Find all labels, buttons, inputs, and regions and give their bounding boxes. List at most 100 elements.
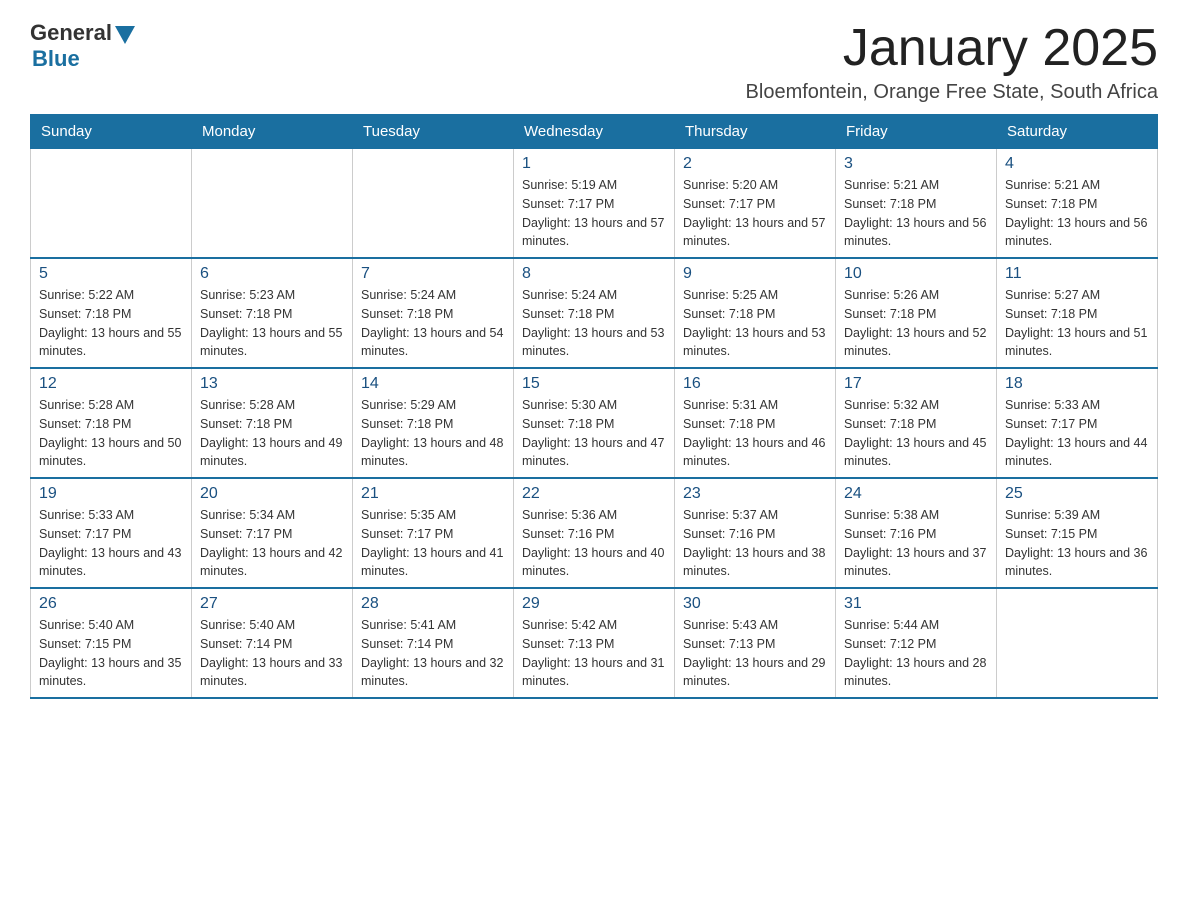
day-info: Sunrise: 5:35 AMSunset: 7:17 PMDaylight:… (361, 506, 505, 581)
day-number: 3 (844, 155, 988, 173)
day-number: 28 (361, 595, 505, 613)
day-number: 7 (361, 265, 505, 283)
day-info: Sunrise: 5:42 AMSunset: 7:13 PMDaylight:… (522, 616, 666, 691)
calendar-cell: 8 Sunrise: 5:24 AMSunset: 7:18 PMDaylight… (514, 258, 675, 368)
calendar-cell: 19Sunrise: 5:33 AMSunset: 7:17 PMDayligh… (31, 478, 192, 588)
day-info: Sunrise: 5:33 AMSunset: 7:17 PMDaylight:… (1005, 396, 1149, 471)
day-number: 25 (1005, 485, 1149, 503)
day-number: 11 (1005, 265, 1149, 283)
calendar-cell: 5 Sunrise: 5:22 AMSunset: 7:18 PMDaylight… (31, 258, 192, 368)
calendar-cell: 16Sunrise: 5:31 AMSunset: 7:18 PMDayligh… (675, 368, 836, 478)
calendar-cell: 31 Sunrise: 5:44 AMSunset: 7:12 PMDayligh… (836, 588, 997, 698)
day-number: 27 (200, 595, 344, 613)
day-info: Sunrise: 5:24 AMSunset: 7:18 PMDaylight:… (522, 286, 666, 361)
day-info: Sunrise: 5:32 AMSunset: 7:18 PMDaylight:… (844, 396, 988, 471)
calendar-week-row: 12 Sunrise: 5:28 AMSunset: 7:18 PMDayligh… (31, 368, 1158, 478)
day-number: 30 (683, 595, 827, 613)
day-info: Sunrise: 5:25 AMSunset: 7:18 PMDaylight:… (683, 286, 827, 361)
day-info: Sunrise: 5:43 AMSunset: 7:13 PMDaylight:… (683, 616, 827, 691)
day-number: 13 (200, 375, 344, 393)
calendar-cell (997, 588, 1158, 698)
calendar-week-row: 5 Sunrise: 5:22 AMSunset: 7:18 PMDaylight… (31, 258, 1158, 368)
day-info: Sunrise: 5:36 AMSunset: 7:16 PMDaylight:… (522, 506, 666, 581)
calendar-cell: 26 Sunrise: 5:40 AMSunset: 7:15 PMDayligh… (31, 588, 192, 698)
day-info: Sunrise: 5:33 AMSunset: 7:17 PMDaylight:… (39, 506, 183, 581)
calendar-cell: 1 Sunrise: 5:19 AMSunset: 7:17 PMDaylight… (514, 149, 675, 259)
day-number: 22 (522, 485, 666, 503)
calendar-cell: 27 Sunrise: 5:40 AMSunset: 7:14 PMDayligh… (192, 588, 353, 698)
day-number: 29 (522, 595, 666, 613)
day-info: Sunrise: 5:44 AMSunset: 7:12 PMDaylight:… (844, 616, 988, 691)
day-of-week-header: Thursday (675, 115, 836, 149)
day-info: Sunrise: 5:40 AMSunset: 7:15 PMDaylight:… (39, 616, 183, 691)
day-info: Sunrise: 5:19 AMSunset: 7:17 PMDaylight:… (522, 176, 666, 251)
calendar-cell: 11 Sunrise: 5:27 AMSunset: 7:18 PMDayligh… (997, 258, 1158, 368)
day-number: 10 (844, 265, 988, 283)
calendar-cell: 15Sunrise: 5:30 AMSunset: 7:18 PMDayligh… (514, 368, 675, 478)
day-of-week-header: Tuesday (353, 115, 514, 149)
calendar-week-row: 1 Sunrise: 5:19 AMSunset: 7:17 PMDaylight… (31, 149, 1158, 259)
calendar-header: SundayMondayTuesdayWednesdayThursdayFrid… (31, 115, 1158, 149)
day-of-week-header: Saturday (997, 115, 1158, 149)
calendar-cell (353, 149, 514, 259)
day-number: 21 (361, 485, 505, 503)
day-info: Sunrise: 5:20 AMSunset: 7:17 PMDaylight:… (683, 176, 827, 251)
calendar-cell: 4Sunrise: 5:21 AMSunset: 7:18 PMDaylight… (997, 149, 1158, 259)
day-number: 9 (683, 265, 827, 283)
day-number: 31 (844, 595, 988, 613)
day-info: Sunrise: 5:21 AMSunset: 7:18 PMDaylight:… (844, 176, 988, 251)
day-info: Sunrise: 5:24 AMSunset: 7:18 PMDaylight:… (361, 286, 505, 361)
day-info: Sunrise: 5:21 AMSunset: 7:18 PMDaylight:… (1005, 176, 1149, 251)
calendar-body: 1 Sunrise: 5:19 AMSunset: 7:17 PMDaylight… (31, 149, 1158, 699)
day-number: 18 (1005, 375, 1149, 393)
day-number: 20 (200, 485, 344, 503)
day-number: 17 (844, 375, 988, 393)
logo: General Blue (30, 20, 135, 72)
calendar-cell: 7 Sunrise: 5:24 AMSunset: 7:18 PMDaylight… (353, 258, 514, 368)
logo-triangle-icon (115, 26, 135, 44)
day-number: 6 (200, 265, 344, 283)
day-of-week-header: Sunday (31, 115, 192, 149)
day-info: Sunrise: 5:31 AMSunset: 7:18 PMDaylight:… (683, 396, 827, 471)
day-number: 26 (39, 595, 183, 613)
day-info: Sunrise: 5:28 AMSunset: 7:18 PMDaylight:… (200, 396, 344, 471)
day-of-week-header: Wednesday (514, 115, 675, 149)
day-number: 14 (361, 375, 505, 393)
calendar-cell: 18 Sunrise: 5:33 AMSunset: 7:17 PMDayligh… (997, 368, 1158, 478)
calendar-cell: 23Sunrise: 5:37 AMSunset: 7:16 PMDayligh… (675, 478, 836, 588)
month-title: January 2025 (746, 20, 1158, 77)
calendar-cell: 10 Sunrise: 5:26 AMSunset: 7:18 PMDayligh… (836, 258, 997, 368)
calendar-cell: 24 Sunrise: 5:38 AMSunset: 7:16 PMDayligh… (836, 478, 997, 588)
calendar-cell (192, 149, 353, 259)
calendar-cell: 17 Sunrise: 5:32 AMSunset: 7:18 PMDayligh… (836, 368, 997, 478)
calendar-week-row: 19Sunrise: 5:33 AMSunset: 7:17 PMDayligh… (31, 478, 1158, 588)
day-info: Sunrise: 5:38 AMSunset: 7:16 PMDaylight:… (844, 506, 988, 581)
day-info: Sunrise: 5:27 AMSunset: 7:18 PMDaylight:… (1005, 286, 1149, 361)
day-info: Sunrise: 5:22 AMSunset: 7:18 PMDaylight:… (39, 286, 183, 361)
day-info: Sunrise: 5:37 AMSunset: 7:16 PMDaylight:… (683, 506, 827, 581)
logo-general-text: General (30, 20, 112, 46)
calendar-cell: 14 Sunrise: 5:29 AMSunset: 7:18 PMDayligh… (353, 368, 514, 478)
day-number: 12 (39, 375, 183, 393)
calendar-cell: 3 Sunrise: 5:21 AMSunset: 7:18 PMDaylight… (836, 149, 997, 259)
calendar-cell: 25Sunrise: 5:39 AMSunset: 7:15 PMDayligh… (997, 478, 1158, 588)
day-number: 8 (522, 265, 666, 283)
day-of-week-header: Monday (192, 115, 353, 149)
day-info: Sunrise: 5:30 AMSunset: 7:18 PMDaylight:… (522, 396, 666, 471)
day-number: 5 (39, 265, 183, 283)
day-info: Sunrise: 5:40 AMSunset: 7:14 PMDaylight:… (200, 616, 344, 691)
calendar-cell: 13 Sunrise: 5:28 AMSunset: 7:18 PMDayligh… (192, 368, 353, 478)
day-info: Sunrise: 5:26 AMSunset: 7:18 PMDaylight:… (844, 286, 988, 361)
title-section: January 2025 Bloemfontein, Orange Free S… (746, 20, 1158, 104)
calendar-cell: 30 Sunrise: 5:43 AMSunset: 7:13 PMDayligh… (675, 588, 836, 698)
days-of-week-row: SundayMondayTuesdayWednesdayThursdayFrid… (31, 115, 1158, 149)
day-number: 2 (683, 155, 827, 173)
day-info: Sunrise: 5:29 AMSunset: 7:18 PMDaylight:… (361, 396, 505, 471)
calendar-cell: 29 Sunrise: 5:42 AMSunset: 7:13 PMDayligh… (514, 588, 675, 698)
location-subtitle: Bloemfontein, Orange Free State, South A… (746, 81, 1158, 104)
day-number: 24 (844, 485, 988, 503)
day-number: 1 (522, 155, 666, 173)
calendar-cell (31, 149, 192, 259)
day-of-week-header: Friday (836, 115, 997, 149)
page-header: General Blue January 2025 Bloemfontein, … (30, 20, 1158, 104)
